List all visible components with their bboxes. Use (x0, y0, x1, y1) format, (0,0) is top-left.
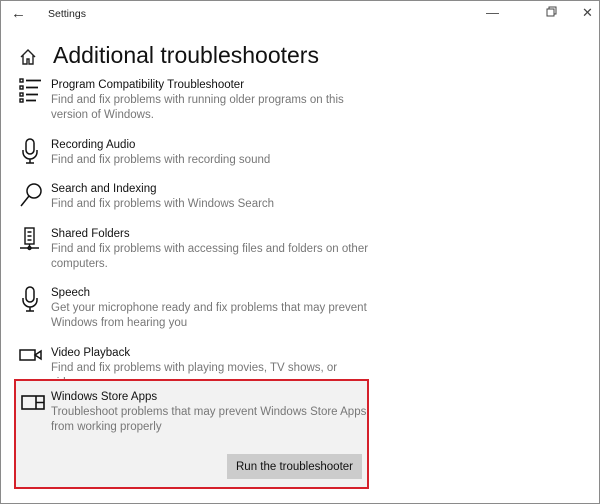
item-title: Windows Store Apps (51, 391, 158, 403)
item-description: Troubleshoot problems that may prevent W… (51, 406, 367, 433)
network-icon (20, 226, 39, 250)
item-description: Find and fix problems with running older… (51, 94, 344, 121)
item-description: Find and fix problems with recording sou… (51, 153, 271, 166)
close-button[interactable]: ✕ (582, 5, 593, 21)
item-title: Search and Indexing (51, 183, 157, 195)
item-title: Speech (51, 287, 91, 299)
restore-button[interactable] (546, 5, 557, 20)
item-description: Find and fix problems with Windows Searc… (51, 198, 275, 210)
run-troubleshooter-button[interactable]: Run the troubleshooter (227, 454, 362, 479)
page-title: Additional troubleshooters (53, 42, 319, 68)
item-title: Program Compatibility Troubleshooter (51, 79, 245, 91)
settings-window: ← Settings — ✕ Additional troubleshooter… (0, 0, 600, 504)
troubleshooter-search-indexing[interactable]: Search and Indexing Find and fix problem… (1, 182, 599, 212)
item-title: Recording Audio (51, 138, 136, 151)
item-description: Get your microphone ready and fix proble… (51, 302, 367, 329)
troubleshooter-windows-store-apps[interactable]: Windows Store Apps Troubleshoot problems… (16, 390, 371, 435)
minimize-button[interactable]: — (486, 5, 499, 20)
list-icon (19, 78, 41, 103)
troubleshooter-program-compatibility[interactable]: Program Compatibility Troubleshooter Fin… (1, 78, 599, 123)
window-title: Settings (48, 8, 86, 20)
store-apps-icon (21, 395, 45, 410)
title-bar: ← Settings — ✕ (1, 1, 599, 29)
item-title: Video Playback (51, 346, 131, 359)
troubleshooter-windows-store-apps-selected[interactable]: Windows Store Apps Troubleshoot problems… (14, 379, 369, 489)
video-camera-icon (19, 348, 42, 361)
troubleshooter-list: Program Compatibility Troubleshooter Fin… (1, 78, 599, 405)
restore-icon (546, 6, 557, 17)
home-icon[interactable] (18, 47, 38, 67)
item-description: Find and fix problems with accessing fil… (51, 242, 369, 270)
troubleshooter-shared-folders[interactable]: Shared Folders Find and fix problems wit… (1, 226, 599, 272)
troubleshooter-speech[interactable]: Speech Get your microphone ready and fix… (1, 286, 599, 331)
back-arrow-icon[interactable]: ← (11, 5, 26, 22)
microphone-icon (22, 286, 38, 312)
item-title: Shared Folders (51, 227, 130, 240)
microphone-icon (22, 137, 38, 164)
troubleshooter-recording-audio[interactable]: Recording Audio Find and fix problems wi… (1, 137, 599, 168)
search-icon (20, 183, 42, 207)
